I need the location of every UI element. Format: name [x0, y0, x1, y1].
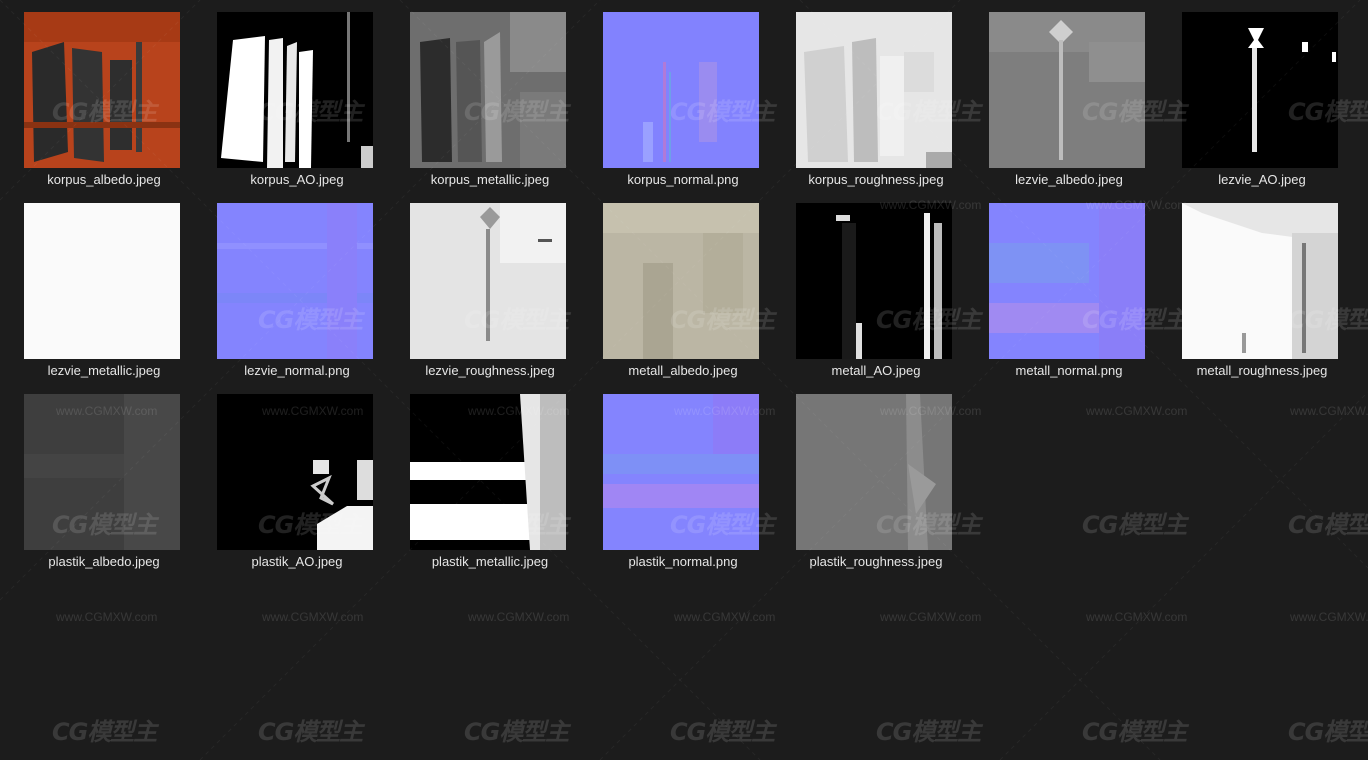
file-item[interactable]: korpus_albedo.jpeg [0, 0, 193, 192]
file-thumbnail[interactable] [603, 12, 759, 168]
file-name: plastik_metallic.jpeg [431, 554, 549, 569]
file-thumbnail[interactable] [989, 203, 1145, 359]
file-item[interactable]: korpus_AO.jpeg [193, 0, 386, 192]
file-thumbnail[interactable] [410, 12, 566, 168]
file-name: lezvie_normal.png [244, 363, 350, 378]
file-name: plastik_roughness.jpeg [809, 554, 943, 569]
file-thumbnail[interactable] [24, 394, 180, 550]
file-name: metall_albedo.jpeg [628, 363, 738, 378]
file-thumbnail[interactable] [603, 203, 759, 359]
file-item[interactable]: lezvie_albedo.jpeg [965, 0, 1158, 192]
file-item[interactable]: plastik_albedo.jpeg [0, 382, 193, 574]
file-thumbnail[interactable] [796, 12, 952, 168]
file-thumbnail[interactable] [1182, 203, 1338, 359]
file-item[interactable]: metall_AO.jpeg [772, 191, 965, 383]
file-thumbnail[interactable] [217, 203, 373, 359]
file-thumbnail[interactable] [217, 394, 373, 550]
file-name: plastik_albedo.jpeg [48, 554, 160, 569]
file-item[interactable]: lezvie_AO.jpeg [1158, 0, 1351, 192]
file-item[interactable]: plastik_metallic.jpeg [386, 382, 579, 574]
file-item[interactable]: plastik_roughness.jpeg [772, 382, 965, 574]
file-item[interactable]: korpus_normal.png [579, 0, 772, 192]
file-thumbnail[interactable] [24, 203, 180, 359]
file-name: korpus_roughness.jpeg [808, 172, 944, 187]
file-item[interactable]: lezvie_normal.png [193, 191, 386, 383]
file-thumbnail[interactable] [24, 12, 180, 168]
file-thumbnail[interactable] [217, 12, 373, 168]
file-thumbnail[interactable] [603, 394, 759, 550]
file-name: lezvie_metallic.jpeg [47, 363, 161, 378]
file-name: lezvie_AO.jpeg [1218, 172, 1306, 187]
file-item[interactable]: metall_roughness.jpeg [1158, 191, 1351, 383]
file-thumbnail[interactable] [410, 394, 566, 550]
file-name: metall_normal.png [1015, 363, 1123, 378]
file-thumbnail[interactable] [989, 12, 1145, 168]
file-name: lezvie_roughness.jpeg [425, 363, 555, 378]
file-thumbnail[interactable] [796, 203, 952, 359]
file-item[interactable]: metall_albedo.jpeg [579, 191, 772, 383]
file-item[interactable]: lezvie_roughness.jpeg [386, 191, 579, 383]
file-item[interactable]: plastik_AO.jpeg [193, 382, 386, 574]
file-item[interactable]: plastik_normal.png [579, 382, 772, 574]
file-name: korpus_albedo.jpeg [47, 172, 161, 187]
file-thumbnail[interactable] [1182, 12, 1338, 168]
file-name: metall_roughness.jpeg [1196, 363, 1328, 378]
file-item[interactable]: lezvie_metallic.jpeg [0, 191, 193, 383]
file-item[interactable]: korpus_roughness.jpeg [772, 0, 965, 192]
file-thumbnail[interactable] [796, 394, 952, 550]
file-name: plastik_normal.png [628, 554, 738, 569]
file-name: korpus_normal.png [627, 172, 739, 187]
file-name: plastik_AO.jpeg [251, 554, 343, 569]
file-name: korpus_AO.jpeg [250, 172, 344, 187]
file-name: lezvie_albedo.jpeg [1015, 172, 1123, 187]
file-grid: korpus_albedo.jpeg korpus_AO.jpeg korpus… [0, 0, 1368, 760]
file-item[interactable]: metall_normal.png [965, 191, 1158, 383]
file-name: korpus_metallic.jpeg [430, 172, 550, 187]
file-thumbnail[interactable] [410, 203, 566, 359]
file-item[interactable]: korpus_metallic.jpeg [386, 0, 579, 192]
file-name: metall_AO.jpeg [831, 363, 921, 378]
